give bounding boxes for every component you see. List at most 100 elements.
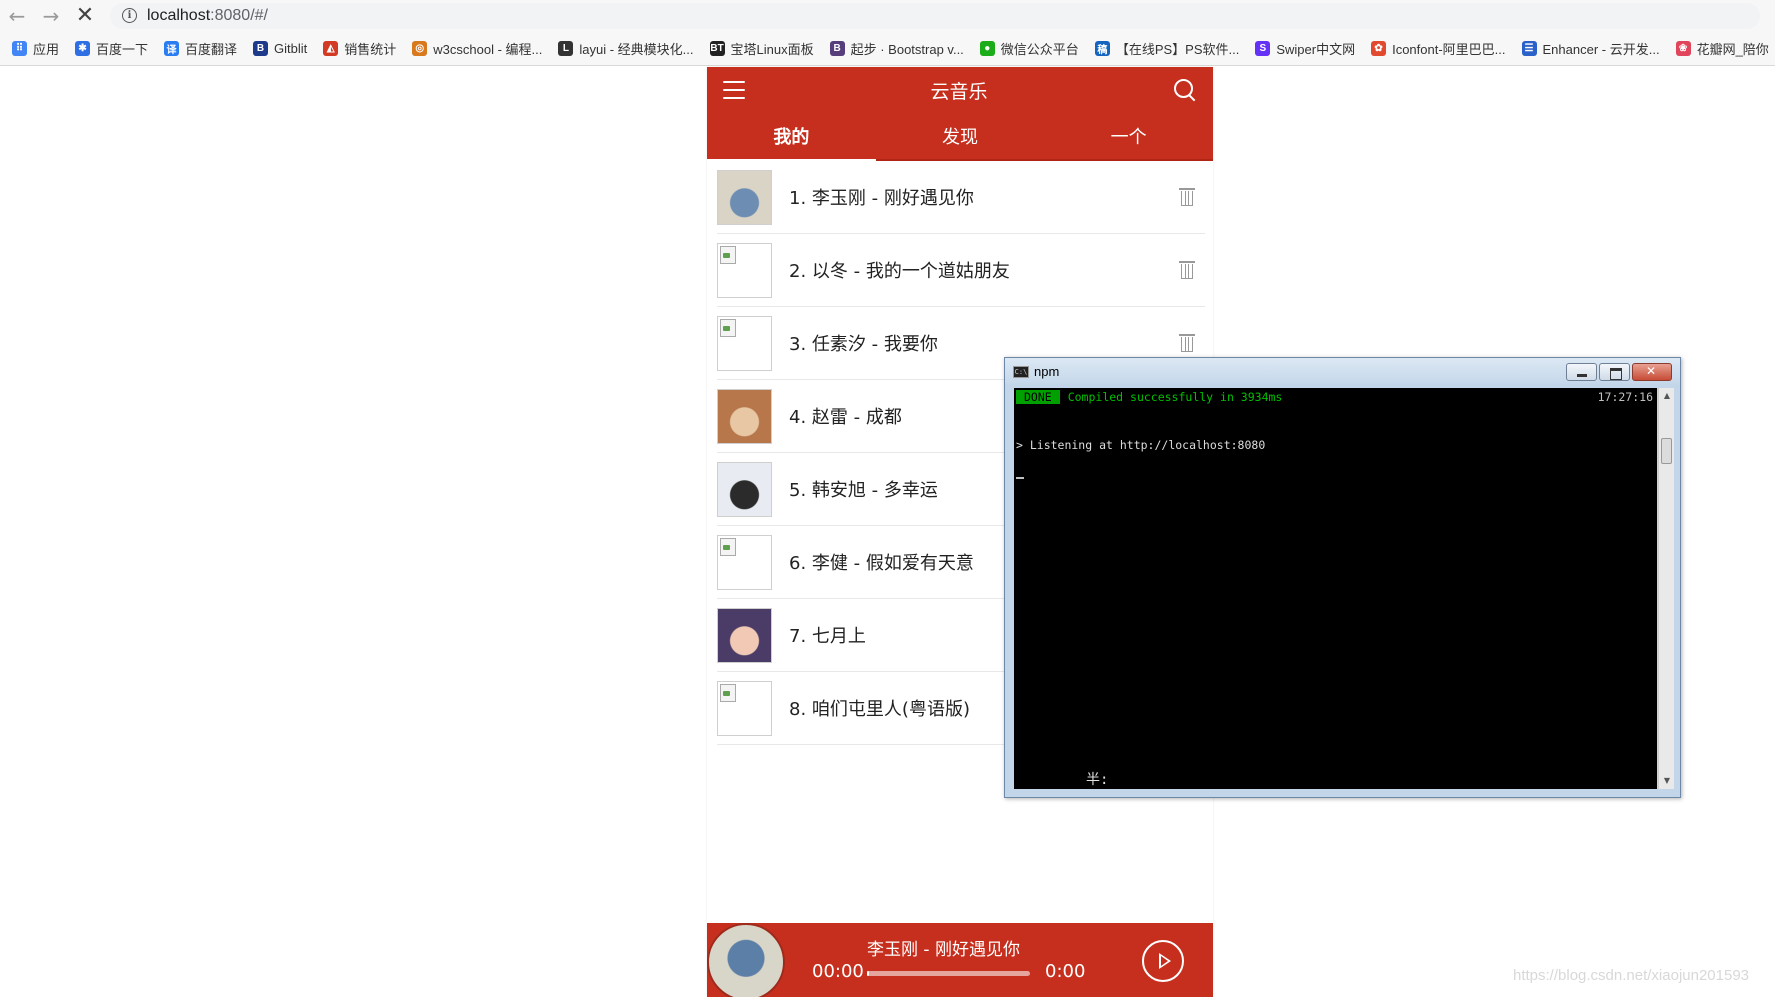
tab-1[interactable]: 发现 — [876, 113, 1045, 159]
online-ps-icon: 稿 — [1094, 40, 1110, 56]
song-name: 赵雷 - 成都 — [811, 407, 902, 428]
menu-icon[interactable] — [723, 81, 745, 99]
song-name: 李玉刚 - 刚好遇见你 — [811, 188, 974, 209]
song-name: 七月上 — [811, 626, 866, 647]
bootstrap-icon: B — [829, 40, 845, 56]
npm-console-window[interactable]: C:\ npm DONE Compiled successfully in 39… — [1004, 357, 1681, 798]
swiper-icon: S — [1255, 40, 1271, 56]
scroll-up-icon[interactable]: ▲ — [1659, 388, 1675, 404]
console-output[interactable]: DONE Compiled successfully in 3934ms 17:… — [1014, 388, 1657, 789]
enhancer-icon: ☰ — [1521, 40, 1537, 56]
song-name: 咱们屯里人(粤语版) — [811, 699, 970, 720]
iconfont-icon: ✿ — [1371, 40, 1387, 56]
song-item[interactable]: 2. 以冬 - 我的一个道姑朋友 — [717, 234, 1205, 307]
bookmark-label: 宝塔Linux面板 — [730, 41, 814, 57]
scroll-thumb[interactable] — [1661, 438, 1672, 464]
bookmark-item[interactable]: B Gitblit — [253, 40, 308, 56]
bookmark-label: layui - 经典模块化... — [579, 41, 694, 57]
song-index: 5. — [789, 480, 807, 501]
bookmark-item[interactable]: ◎ w3cschool - 编程... — [412, 39, 542, 58]
trash-icon[interactable] — [1179, 334, 1195, 353]
back-button[interactable]: ← — [0, 0, 34, 31]
bookmark-item[interactable]: S Swiper中文网 — [1255, 39, 1355, 58]
text-cursor — [1016, 477, 1024, 479]
bt-panel-icon: BT — [709, 40, 725, 56]
trash-icon[interactable] — [1179, 188, 1195, 207]
song-title: 5. 韩安旭 - 多幸运 — [789, 476, 938, 502]
w3cschool-icon: ◎ — [412, 40, 428, 56]
bookmark-label: 花瓣网_陪你 — [1696, 41, 1769, 57]
bookmarks-bar: ⠿ 应用 ✱ 百度一下译百度翻译 B Gitblit ◭ 销售统计 ◎ w3cschool - 编… — [0, 31, 1775, 66]
bookmark-item[interactable]: ❀ 花瓣网_陪你 — [1675, 39, 1769, 58]
bookmark-item[interactable]: ⠿ 应用 — [12, 39, 59, 58]
player-album-cover[interactable] — [707, 923, 785, 997]
bookmark-label: 百度翻译 — [185, 41, 238, 57]
tab-2[interactable]: 一个 — [1044, 113, 1213, 159]
forward-button[interactable]: → — [34, 0, 68, 31]
song-index: 4. — [789, 407, 807, 428]
app-title: 云音乐 — [930, 80, 988, 103]
app-header: 云音乐 — [707, 67, 1213, 113]
progress-bar[interactable] — [867, 971, 1030, 976]
browser-toolbar: ← → ✕ i localhost:8080/#/ — [0, 0, 1775, 31]
song-title: 6. 李健 - 假如爱有天意 — [789, 549, 974, 575]
song-index: 3. — [789, 334, 807, 355]
bookmark-label: Iconfont-阿里巴巴... — [1392, 41, 1506, 57]
url-text[interactable]: localhost:8080/#/ — [147, 7, 268, 25]
broken-image-icon — [717, 242, 772, 298]
bookmark-item[interactable]: ◭ 销售统计 — [323, 39, 396, 58]
url-host: localhost — [147, 6, 211, 24]
broken-image-icon — [717, 680, 772, 736]
bookmark-label: 【在线PS】PS软件... — [1115, 41, 1240, 57]
address-bar[interactable]: i localhost:8080/#/ — [110, 2, 1760, 29]
bookmark-item[interactable]: ☰ Enhancer - 云开发... — [1521, 39, 1660, 58]
bookmark-label: 微信公众平台 — [1000, 41, 1079, 57]
song-title: 3. 任素汐 - 我要你 — [789, 330, 938, 356]
song-title: 1. 李玉刚 - 刚好遇见你 — [789, 184, 974, 210]
bookmark-item[interactable]: 稿【在线PS】PS软件... — [1094, 39, 1240, 58]
broken-image-icon — [717, 315, 772, 371]
bookmark-item[interactable]: B 起步 · Bootstrap v... — [829, 39, 964, 58]
console-titlebar[interactable]: C:\ npm — [1005, 358, 1680, 385]
bookmark-item[interactable]: ● 微信公众平台 — [979, 39, 1079, 58]
console-title: npm — [1034, 364, 1060, 379]
layui-icon: L — [558, 40, 574, 56]
gitblit-icon: B — [253, 40, 269, 56]
stop-loading-button[interactable]: ✕ — [68, 0, 102, 31]
current-time: 00:00 — [812, 961, 864, 982]
scroll-down-icon[interactable]: ▼ — [1659, 773, 1675, 789]
close-window-button[interactable] — [1632, 362, 1672, 381]
song-title: 8. 咱们屯里人(粤语版) — [789, 695, 970, 721]
bookmark-item[interactable]: Llayui - 经典模块化... — [558, 39, 694, 58]
bookmark-item[interactable]: 译百度翻译 — [164, 39, 237, 58]
bookmark-item[interactable]: ✿ Iconfont-阿里巴巴... — [1371, 39, 1506, 58]
compile-timestamp: 17:27:16 — [1597, 390, 1653, 404]
sales-stats-icon: ◭ — [323, 40, 339, 56]
maximize-button[interactable] — [1599, 362, 1630, 381]
progress-fill — [867, 971, 869, 976]
album-cover — [717, 169, 772, 225]
done-badge: DONE — [1016, 390, 1060, 404]
minimize-button[interactable] — [1566, 362, 1597, 381]
wechat-icon: ● — [979, 40, 995, 56]
tab-0[interactable]: 我的 — [707, 113, 876, 161]
close-icon: ✕ — [75, 3, 95, 28]
search-icon[interactable] — [1173, 78, 1197, 102]
bookmark-label: Enhancer - 云开发... — [1542, 41, 1660, 57]
bookmark-label: w3cschool - 编程... — [433, 41, 543, 57]
compiled-message: Compiled successfully in 3934ms — [1067, 390, 1283, 404]
song-index: 8. — [789, 699, 807, 720]
broken-image-icon — [717, 534, 772, 590]
bookmark-label: Gitblit — [274, 40, 308, 56]
song-title: 4. 赵雷 - 成都 — [789, 403, 902, 429]
bookmark-label: 销售统计 — [344, 41, 397, 57]
play-button[interactable] — [1142, 940, 1184, 982]
back-arrow-icon: ← — [8, 3, 26, 28]
song-title: 2. 以冬 - 我的一个道姑朋友 — [789, 257, 1010, 283]
song-item[interactable]: 1. 李玉刚 - 刚好遇见你 — [717, 161, 1205, 234]
info-icon[interactable]: i — [122, 8, 137, 23]
trash-icon[interactable] — [1179, 261, 1195, 280]
console-scrollbar[interactable]: ▲ ▼ — [1658, 388, 1674, 789]
bookmark-item[interactable]: BT 宝塔Linux面板 — [709, 39, 814, 58]
bookmark-item[interactable]: ✱ 百度一下 — [75, 39, 148, 58]
